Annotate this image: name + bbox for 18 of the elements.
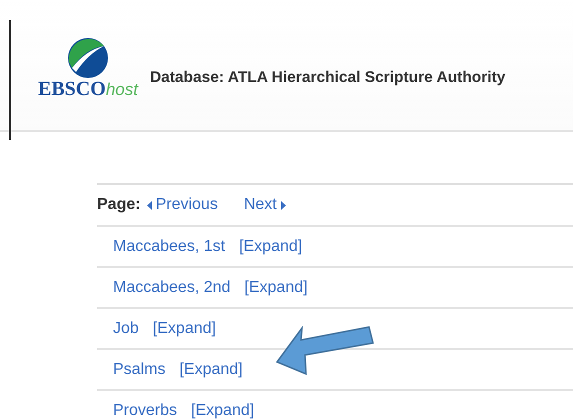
previous-link[interactable]: Previous: [146, 196, 218, 214]
scripture-link[interactable]: Psalms: [113, 360, 166, 378]
scripture-link[interactable]: Maccabees, 1st: [113, 238, 226, 256]
expand-link[interactable]: [Expand]: [152, 320, 216, 338]
database-title: Database: ATLA Hierarchical Scripture Authority: [150, 69, 506, 87]
logo-text: EBSCOhost: [38, 78, 138, 100]
next-link[interactable]: Next: [244, 196, 286, 214]
caret-right-icon: [280, 200, 286, 210]
scripture-link[interactable]: Job: [113, 320, 139, 338]
expand-link[interactable]: [Expand]: [244, 278, 308, 296]
expand-link[interactable]: [Expand]: [239, 238, 302, 256]
logo-icon: [68, 38, 108, 78]
expand-link[interactable]: [Expand]: [179, 360, 243, 378]
caret-left-icon: [146, 200, 152, 210]
scripture-link[interactable]: Proverbs: [113, 402, 178, 419]
page-label: Page:: [97, 196, 141, 214]
expand-link[interactable]: [Expand]: [191, 402, 254, 419]
scripture-link[interactable]: Maccabees, 2nd: [113, 278, 230, 296]
